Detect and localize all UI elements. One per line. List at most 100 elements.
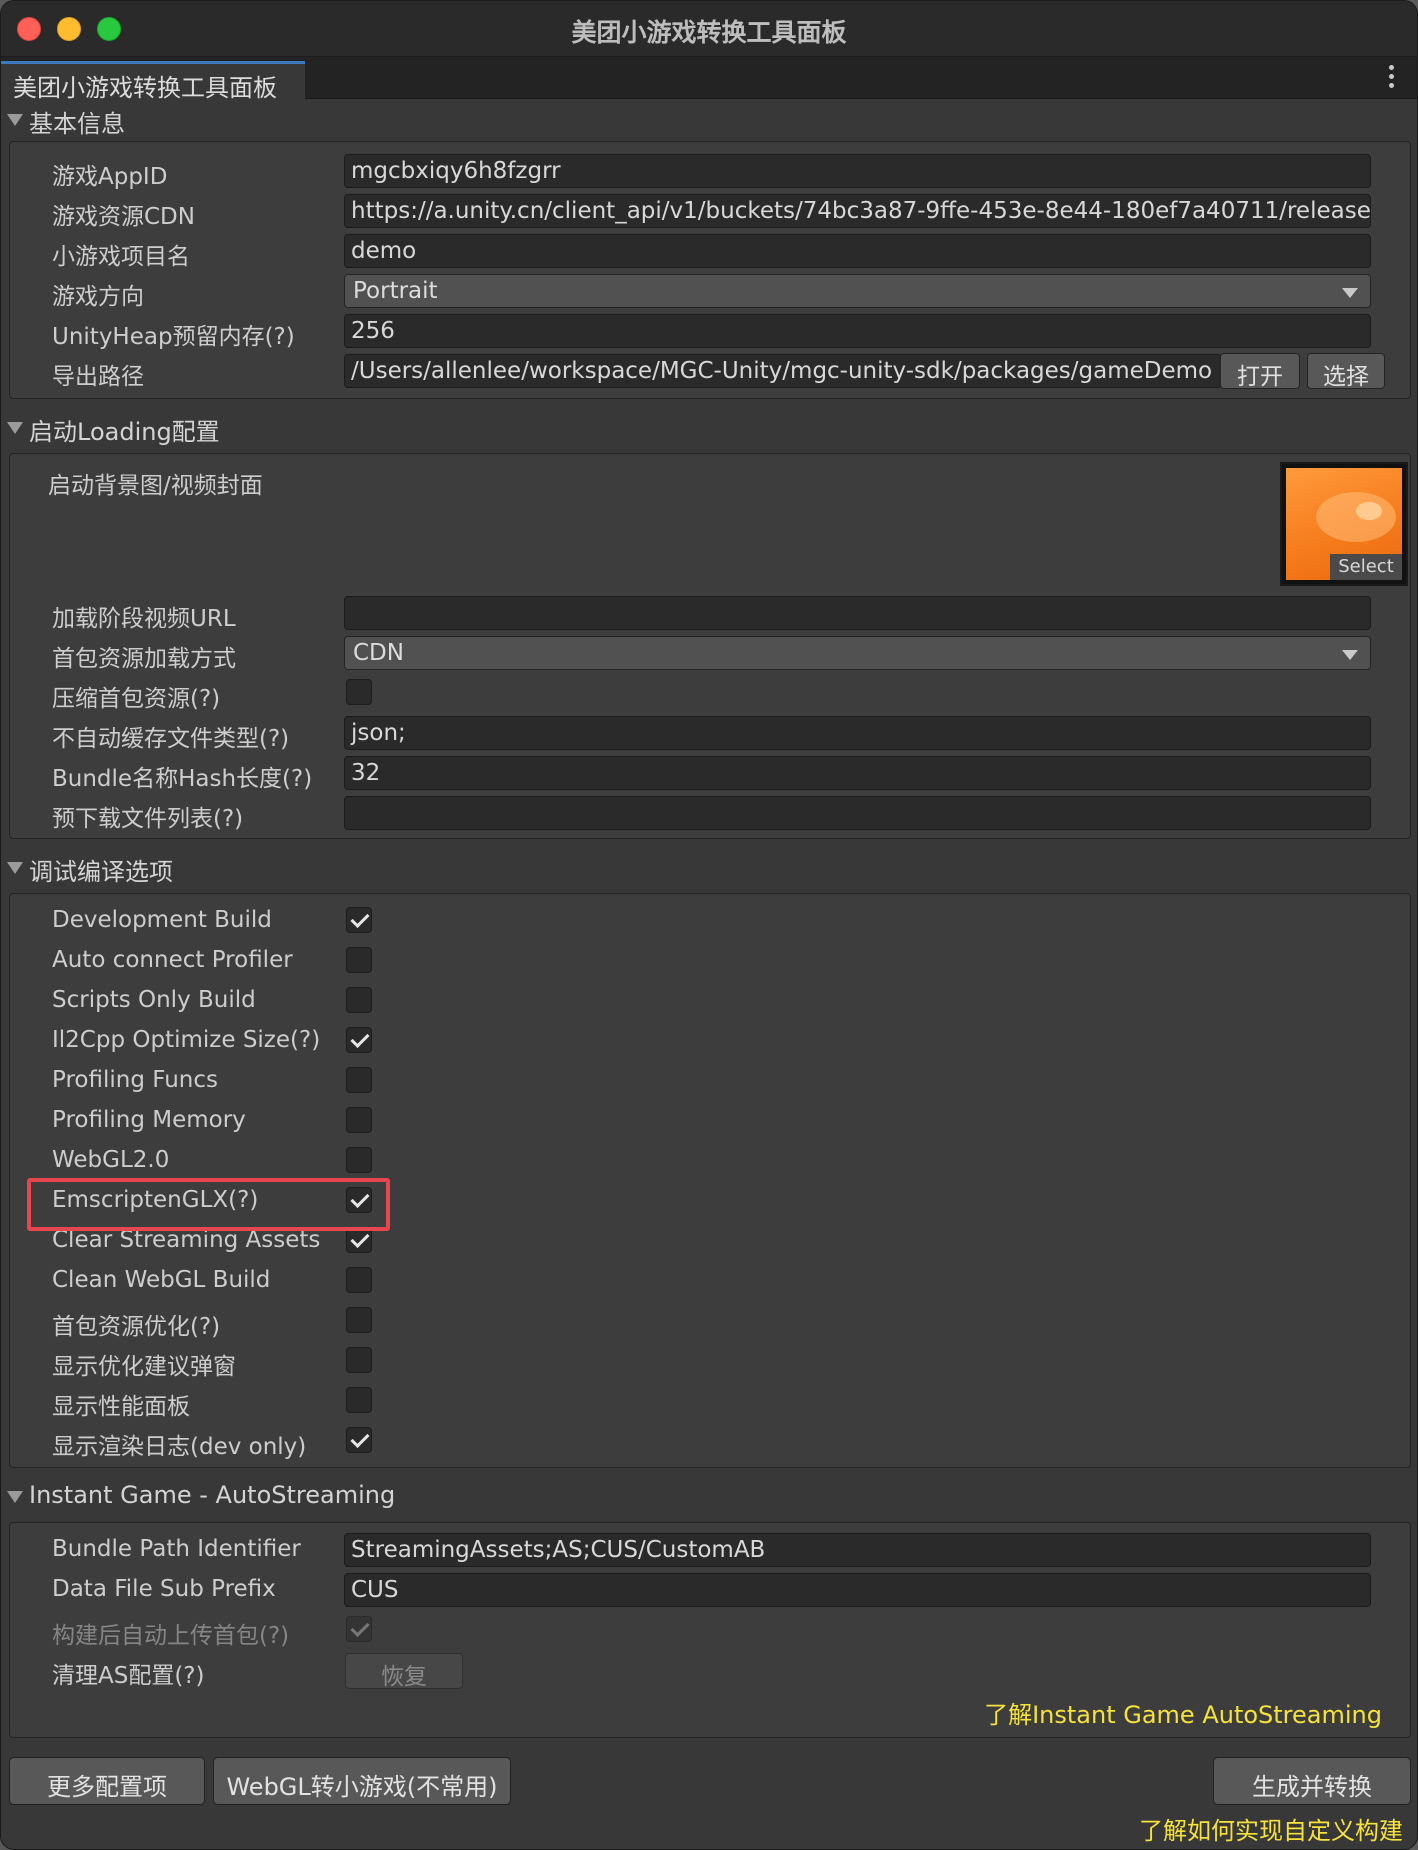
debug-option-row: Profiling Funcs	[10, 1064, 1410, 1098]
sub-prefix-label: Data File Sub Prefix	[52, 1576, 276, 1602]
tab-bar: 美团小游戏转换工具面板	[1, 57, 1417, 102]
section-header-debug[interactable]: 调试编译选项	[1, 849, 1417, 886]
row-heap: UnityHeap预留内存(?) 256	[10, 314, 1410, 350]
show-performance-panel-checkbox[interactable]	[346, 1387, 372, 1413]
foldout-arrow-icon	[7, 422, 23, 434]
debug-option-row: Development Build	[10, 904, 1410, 938]
orientation-label: 游戏方向	[52, 284, 144, 310]
debug-option-row: 首包资源优化(?)	[10, 1304, 1410, 1340]
heap-label: UnityHeap预留内存(?)	[52, 324, 295, 350]
row-sub-prefix: Data File Sub Prefix CUS	[10, 1573, 1410, 1607]
cdn-input[interactable]: https://a.unity.cn/client_api/v1/buckets…	[344, 194, 1371, 228]
bg-image-label: 启动背景图/视频封面	[48, 473, 263, 499]
highlight-box	[27, 1178, 390, 1231]
row-project-name: 小游戏项目名 demo	[10, 234, 1410, 270]
more-config-button[interactable]: 更多配置项	[9, 1757, 205, 1805]
window-title: 美团小游戏转换工具面板	[571, 18, 847, 47]
more-options-icon[interactable]	[1389, 65, 1395, 92]
custom-build-link[interactable]: 了解如何实现自定义构建	[1139, 1811, 1403, 1846]
foldout-arrow-icon	[7, 1491, 23, 1503]
webgl-convert-button[interactable]: WebGL转小游戏(不常用)	[213, 1757, 511, 1805]
debug-option-row: 显示渲染日志(dev only)	[10, 1424, 1410, 1460]
il2cpp-optimize-size-checkbox[interactable]	[346, 1027, 372, 1053]
no-cache-label: 不自动缓存文件类型(?)	[52, 726, 290, 752]
chevron-down-icon	[1342, 650, 1358, 660]
clean-webgl-build-checkbox[interactable]	[346, 1267, 372, 1293]
row-hash-length: Bundle名称Hash长度(?) 32	[10, 756, 1410, 792]
debug-option-row: WebGL2.0	[10, 1144, 1410, 1178]
debug-option-label: Development Build	[52, 907, 272, 933]
debug-option-label: Scripts Only Build	[52, 987, 256, 1013]
row-preload: 预下载文件列表(?)	[10, 796, 1410, 832]
first-package-optimize-checkbox[interactable]	[346, 1307, 372, 1333]
section-title: 启动Loading配置	[29, 418, 220, 446]
generate-convert-button[interactable]: 生成并转换	[1213, 1757, 1411, 1805]
debug-option-row: Auto connect Profiler	[10, 944, 1410, 978]
section-header-loading[interactable]: 启动Loading配置	[1, 409, 1417, 446]
compress-checkbox[interactable]	[346, 679, 372, 705]
foldout-arrow-icon	[7, 114, 23, 126]
debug-option-label: Clean WebGL Build	[52, 1267, 271, 1293]
row-load-mode: 首包资源加载方式 CDN	[10, 636, 1410, 672]
profiling-memory-checkbox[interactable]	[346, 1107, 372, 1133]
restore-button[interactable]: 恢复	[345, 1653, 463, 1690]
row-clear-as: 清理AS配置(?) 恢复	[10, 1653, 1410, 1690]
debug-option-label: Il2Cpp Optimize Size(?)	[52, 1027, 321, 1053]
instant-game-panel: Bundle Path Identifier StreamingAssets;A…	[9, 1522, 1411, 1738]
orientation-value: Portrait	[353, 278, 438, 304]
cdn-label: 游戏资源CDN	[52, 204, 195, 230]
select-image-button[interactable]: Select	[1330, 554, 1402, 580]
debug-option-label: WebGL2.0	[52, 1147, 170, 1173]
heap-input[interactable]: 256	[344, 314, 1371, 348]
row-auto-upload: 构建后自动上传首包(?)	[10, 1613, 1410, 1649]
bundle-path-input[interactable]: StreamingAssets;AS;CUS/CustomAB	[344, 1533, 1371, 1567]
section-header-instant-game[interactable]: Instant Game - AutoStreaming	[1, 1478, 1417, 1514]
debug-option-row: 显示性能面板	[10, 1384, 1410, 1420]
project-name-label: 小游戏项目名	[52, 244, 190, 270]
load-mode-value: CDN	[353, 640, 404, 666]
section-title: 调试编译选项	[29, 858, 173, 886]
tab-converter-panel[interactable]: 美团小游戏转换工具面板	[1, 61, 305, 102]
no-cache-input[interactable]: json;	[344, 716, 1371, 750]
scripts-only-build-checkbox[interactable]	[346, 987, 372, 1013]
show-optimize-popup-checkbox[interactable]	[346, 1347, 372, 1373]
webgl2-checkbox[interactable]	[346, 1147, 372, 1173]
sub-prefix-input[interactable]: CUS	[344, 1573, 1371, 1607]
show-render-log-checkbox[interactable]	[346, 1427, 372, 1453]
choose-path-button[interactable]: 选择	[1307, 353, 1385, 390]
project-name-input[interactable]: demo	[344, 234, 1371, 268]
learn-autostreaming-link[interactable]: 了解Instant Game AutoStreaming	[984, 1695, 1382, 1730]
development-build-checkbox[interactable]	[346, 907, 372, 933]
app-id-input[interactable]: mgcbxiqy6h8fzgrr	[344, 154, 1371, 188]
row-video-url: 加载阶段视频URL	[10, 596, 1410, 632]
auto-connect-profiler-checkbox[interactable]	[346, 947, 372, 973]
debug-option-label: 显示性能面板	[52, 1394, 190, 1420]
clear-as-label: 清理AS配置(?)	[52, 1663, 205, 1689]
row-orientation: 游戏方向 Portrait	[10, 274, 1410, 310]
row-cdn: 游戏资源CDN https://a.unity.cn/client_api/v1…	[10, 194, 1410, 230]
loading-panel: 启动背景图/视频封面 Select 加载阶段视频URL 首包资源加载方式 CDN…	[9, 453, 1411, 839]
row-export-path: 导出路径 /Users/allenlee/workspace/MGC-Unity…	[10, 353, 1410, 390]
debug-option-label: Profiling Funcs	[52, 1067, 218, 1093]
export-path-input[interactable]: /Users/allenlee/workspace/MGC-Unity/mgc-…	[344, 354, 1222, 388]
preload-input[interactable]	[344, 796, 1371, 830]
load-mode-dropdown[interactable]: CDN	[344, 636, 1371, 670]
row-no-cache: 不自动缓存文件类型(?) json;	[10, 716, 1410, 752]
foldout-arrow-icon	[7, 862, 23, 874]
debug-option-label: Profiling Memory	[52, 1107, 246, 1133]
section-header-basic[interactable]: 基本信息	[1, 101, 1417, 138]
auto-upload-label: 构建后自动上传首包(?)	[52, 1623, 290, 1649]
preload-label: 预下载文件列表(?)	[52, 806, 244, 832]
open-path-button[interactable]: 打开	[1220, 353, 1300, 390]
video-url-input[interactable]	[344, 596, 1371, 630]
debug-option-label: 显示渲染日志(dev only)	[52, 1434, 307, 1460]
row-bundle-path: Bundle Path Identifier StreamingAssets;A…	[10, 1533, 1410, 1567]
debug-option-label: 首包资源优化(?)	[52, 1314, 221, 1340]
hash-length-input[interactable]: 32	[344, 756, 1371, 790]
row-compress: 压缩首包资源(?)	[10, 676, 1410, 712]
profiling-funcs-checkbox[interactable]	[346, 1067, 372, 1093]
bg-image-thumbnail[interactable]: Select	[1280, 462, 1408, 586]
orientation-dropdown[interactable]: Portrait	[344, 274, 1371, 308]
chevron-down-icon	[1342, 288, 1358, 298]
section-title: 基本信息	[29, 110, 125, 138]
